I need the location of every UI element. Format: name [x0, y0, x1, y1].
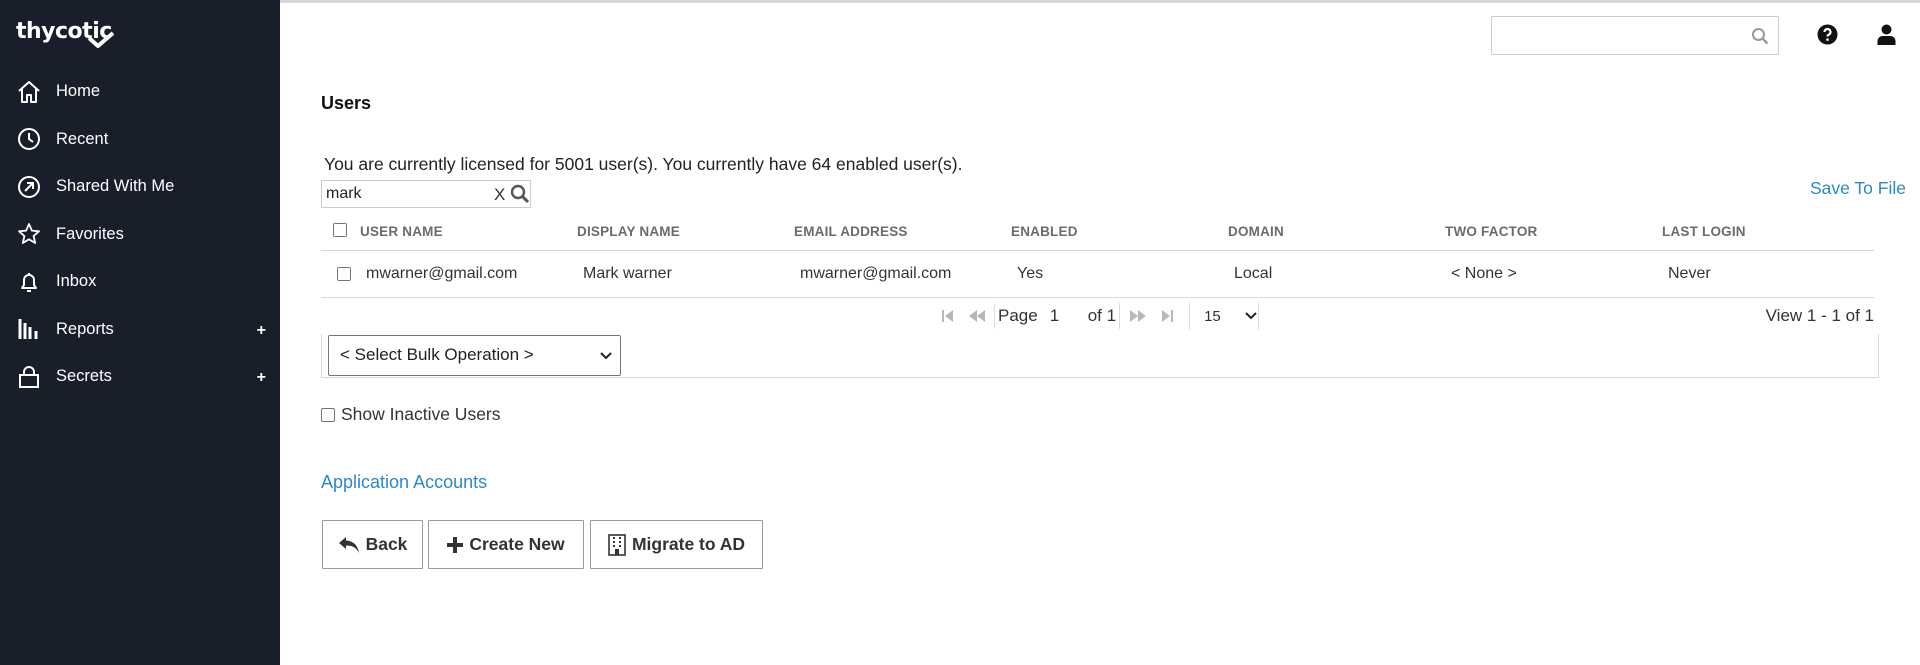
migrate-button-label: Migrate to AD	[631, 534, 746, 554]
column-header-last-login[interactable]: LAST LOGIN	[1662, 224, 1746, 239]
cell-last-login: Never	[1668, 265, 1711, 282]
first-page-icon[interactable]	[933, 302, 962, 330]
cell-email-address: mwarner@gmail.com	[800, 265, 952, 282]
table-header: USER NAME DISPLAY NAME EMAIL ADDRESS ENA…	[321, 214, 1874, 251]
expand-plus-icon[interactable]: +	[257, 369, 266, 387]
search-icon[interactable]	[510, 184, 530, 209]
cell-two-factor: < None >	[1451, 265, 1517, 282]
sidebar-item-label: Inbox	[56, 272, 97, 291]
page-title: Users	[321, 93, 372, 113]
column-header-domain[interactable]: DOMAIN	[1228, 224, 1284, 239]
view-range-text: View 1 - 1 of 1	[1765, 306, 1874, 325]
clock-icon	[16, 126, 42, 152]
plus-icon	[447, 536, 464, 553]
cell-enabled: Yes	[1017, 265, 1044, 282]
sidebar-item-label: Shared With Me	[56, 177, 175, 196]
pager-separator	[1119, 303, 1121, 329]
sidebar-item-label: Home	[56, 82, 101, 101]
sidebar-item-label: Favorites	[56, 224, 124, 243]
page-size-value: 15	[1204, 307, 1221, 325]
sidebar-nav: Home Recent Shared With Me Favorites Inb…	[0, 68, 280, 401]
column-header-user-name[interactable]: USER NAME	[360, 224, 443, 239]
bulk-operation-value: < Select Bulk Operation >	[340, 345, 534, 364]
column-header-two-factor[interactable]: TWO FACTOR	[1445, 224, 1538, 239]
pager-controls: Page of 1 15	[933, 302, 1260, 330]
column-header-display-name[interactable]: DISPLAY NAME	[577, 224, 680, 239]
table-row[interactable]: mwarner@gmail.com Mark warner mwarner@gm…	[321, 251, 1874, 298]
back-arrow-icon	[338, 536, 359, 553]
sidebar-item-inbox[interactable]: Inbox	[0, 258, 280, 306]
show-inactive-users[interactable]: Show Inactive Users	[321, 404, 501, 425]
column-header-email-address[interactable]: EMAIL ADDRESS	[794, 224, 908, 239]
license-info-text: You are currently licensed for 5001 user…	[324, 154, 963, 174]
home-icon	[16, 79, 42, 105]
clear-filter-button[interactable]: X	[494, 185, 505, 205]
user-filter-field[interactable]: X	[321, 180, 531, 208]
pager: Page of 1 15 View 1 - 1 of 1 < Select Bu…	[321, 298, 1879, 380]
cell-display-name: Mark warner	[583, 265, 672, 282]
pager-separator	[994, 303, 995, 329]
expand-plus-icon[interactable]: +	[257, 322, 266, 340]
page-label: Page	[998, 306, 1038, 325]
user-icon[interactable]	[1877, 24, 1896, 50]
save-to-file-link[interactable]: Save To File	[1810, 178, 1906, 199]
bell-icon	[16, 269, 42, 295]
bulk-operation-select[interactable]: < Select Bulk Operation >	[328, 335, 621, 376]
create-new-button[interactable]: Create New	[428, 520, 584, 569]
sidebar-item-recent[interactable]: Recent	[0, 116, 280, 164]
row-checkbox[interactable]	[337, 267, 351, 281]
thycotic-logo[interactable]: thycotic	[16, 18, 116, 58]
sidebar-item-secrets[interactable]: Secrets +	[0, 353, 280, 401]
sidebar-item-home[interactable]: Home	[0, 68, 280, 116]
sidebar: thycotic Home Recent Shared With Me Favo…	[0, 0, 280, 665]
search-icon[interactable]	[1751, 27, 1769, 50]
help-circle-icon[interactable]	[1817, 24, 1838, 50]
sidebar-item-label: Recent	[56, 129, 109, 148]
sidebar-item-label: Reports	[56, 319, 114, 338]
previous-page-icon[interactable]	[962, 302, 991, 330]
sidebar-item-shared-with-me[interactable]: Shared With Me	[0, 163, 280, 211]
application-accounts-link[interactable]: Application Accounts	[321, 472, 487, 493]
shared-icon	[16, 174, 42, 200]
lock-icon	[16, 364, 42, 390]
back-button-label: Back	[365, 534, 408, 554]
last-page-icon[interactable]	[1152, 302, 1181, 330]
star-icon	[16, 221, 42, 247]
sidebar-item-label: Secrets	[56, 367, 112, 386]
user-filter-input[interactable]	[326, 184, 486, 204]
column-header-enabled[interactable]: ENABLED	[1011, 224, 1078, 239]
logo-check-icon	[87, 31, 115, 48]
sidebar-item-favorites[interactable]: Favorites	[0, 211, 280, 259]
users-table: USER NAME DISPLAY NAME EMAIL ADDRESS ENA…	[321, 214, 1874, 298]
back-button[interactable]: Back	[322, 520, 423, 569]
global-search-input[interactable]	[1491, 16, 1779, 55]
cell-user-name[interactable]: mwarner@gmail.com	[366, 265, 517, 283]
migrate-to-ad-button[interactable]: Migrate to AD	[590, 520, 763, 569]
building-icon	[608, 533, 626, 556]
page-count-label: of 1	[1087, 306, 1117, 325]
page-size-select[interactable]: 15	[1189, 302, 1260, 330]
show-inactive-checkbox[interactable]	[321, 407, 335, 422]
chevron-down-icon	[600, 352, 612, 360]
show-inactive-label[interactable]: Show Inactive Users	[341, 404, 501, 425]
reports-icon	[16, 316, 42, 342]
select-all-checkbox[interactable]	[333, 223, 347, 237]
chevron-down-icon	[1245, 312, 1257, 320]
cell-domain: Local	[1234, 265, 1273, 282]
create-new-button-label: Create New	[469, 534, 565, 554]
next-page-icon[interactable]	[1123, 302, 1152, 330]
top-border	[280, 0, 1920, 3]
sidebar-item-reports[interactable]: Reports +	[0, 306, 280, 354]
page-number-input[interactable]	[1049, 304, 1088, 328]
